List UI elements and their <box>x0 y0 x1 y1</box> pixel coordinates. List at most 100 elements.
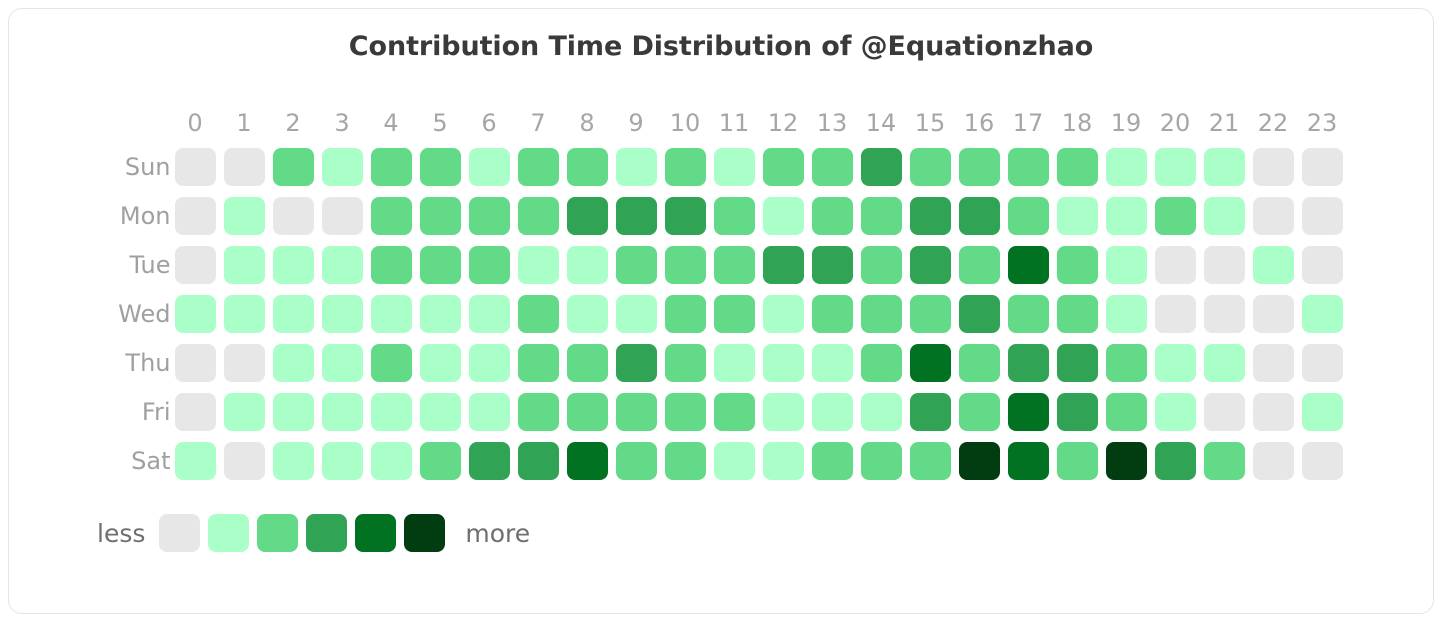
heatmap-cell[interactable] <box>171 338 220 387</box>
heatmap-cell-tue-9[interactable] <box>615 245 657 284</box>
heatmap-cell[interactable] <box>416 289 465 338</box>
heatmap-cell-thu-6[interactable] <box>468 343 510 382</box>
heatmap-cell[interactable] <box>1249 387 1298 436</box>
heatmap-cell-tue-15[interactable] <box>909 245 951 284</box>
heatmap-cell-sun-21[interactable] <box>1203 147 1245 186</box>
heatmap-cell-tue-23[interactable] <box>1301 245 1343 284</box>
heatmap-cell[interactable] <box>1053 436 1102 485</box>
heatmap-cell[interactable] <box>318 191 367 240</box>
heatmap-cell[interactable] <box>1298 387 1347 436</box>
heatmap-cell[interactable] <box>563 436 612 485</box>
heatmap-cell-wed-22[interactable] <box>1252 294 1294 333</box>
heatmap-cell-sun-6[interactable] <box>468 147 510 186</box>
heatmap-cell[interactable] <box>955 338 1004 387</box>
heatmap-cell[interactable] <box>1151 191 1200 240</box>
heatmap-cell-fri-9[interactable] <box>615 392 657 431</box>
heatmap-cell[interactable] <box>710 387 759 436</box>
heatmap-cell[interactable] <box>1249 289 1298 338</box>
heatmap-cell-mon-2[interactable] <box>272 196 314 235</box>
heatmap-cell-sat-19[interactable] <box>1105 441 1147 480</box>
heatmap-cell[interactable] <box>563 142 612 191</box>
heatmap-cell[interactable] <box>612 436 661 485</box>
heatmap-cell[interactable] <box>906 142 955 191</box>
heatmap-cell-sat-18[interactable] <box>1056 441 1098 480</box>
heatmap-cell[interactable] <box>416 240 465 289</box>
heatmap-cell-fri-8[interactable] <box>566 392 608 431</box>
heatmap-cell-wed-13[interactable] <box>811 294 853 333</box>
heatmap-cell-sun-16[interactable] <box>958 147 1000 186</box>
heatmap-cell[interactable] <box>612 338 661 387</box>
heatmap-cell-sun-15[interactable] <box>909 147 951 186</box>
heatmap-cell[interactable] <box>808 240 857 289</box>
heatmap-cell[interactable] <box>661 436 710 485</box>
heatmap-cell-thu-21[interactable] <box>1203 343 1245 382</box>
heatmap-cell-sun-11[interactable] <box>713 147 755 186</box>
heatmap-cell-sat-12[interactable] <box>762 441 804 480</box>
heatmap-cell-wed-19[interactable] <box>1105 294 1147 333</box>
heatmap-cell[interactable] <box>416 436 465 485</box>
heatmap-cell-mon-21[interactable] <box>1203 196 1245 235</box>
heatmap-cell-fri-5[interactable] <box>419 392 461 431</box>
heatmap-cell[interactable] <box>171 142 220 191</box>
heatmap-cell-tue-13[interactable] <box>811 245 853 284</box>
heatmap-cell[interactable] <box>808 191 857 240</box>
heatmap-cell-thu-22[interactable] <box>1252 343 1294 382</box>
heatmap-cell[interactable] <box>857 387 906 436</box>
heatmap-cell-thu-10[interactable] <box>664 343 706 382</box>
heatmap-cell-tue-3[interactable] <box>321 245 363 284</box>
heatmap-cell-fri-19[interactable] <box>1105 392 1147 431</box>
heatmap-cell-sun-20[interactable] <box>1154 147 1196 186</box>
heatmap-cell[interactable] <box>710 436 759 485</box>
heatmap-cell[interactable] <box>1298 240 1347 289</box>
heatmap-cell-thu-20[interactable] <box>1154 343 1196 382</box>
heatmap-cell[interactable] <box>1298 142 1347 191</box>
heatmap-cell-mon-20[interactable] <box>1154 196 1196 235</box>
heatmap-cell[interactable] <box>1200 240 1249 289</box>
heatmap-cell[interactable] <box>563 387 612 436</box>
heatmap-cell-tue-11[interactable] <box>713 245 755 284</box>
heatmap-cell-sun-19[interactable] <box>1105 147 1147 186</box>
heatmap-cell-wed-10[interactable] <box>664 294 706 333</box>
heatmap-cell[interactable] <box>1102 240 1151 289</box>
heatmap-cell[interactable] <box>465 289 514 338</box>
heatmap-cell-sat-13[interactable] <box>811 441 853 480</box>
heatmap-cell-tue-17[interactable] <box>1007 245 1049 284</box>
heatmap-cell-wed-5[interactable] <box>419 294 461 333</box>
heatmap-cell[interactable] <box>1200 191 1249 240</box>
heatmap-cell-wed-6[interactable] <box>468 294 510 333</box>
heatmap-cell-tue-2[interactable] <box>272 245 314 284</box>
heatmap-cell[interactable] <box>171 436 220 485</box>
heatmap-cell[interactable] <box>269 191 318 240</box>
heatmap-cell[interactable] <box>1298 289 1347 338</box>
heatmap-cell-mon-0[interactable] <box>174 196 216 235</box>
heatmap-cell-sat-6[interactable] <box>468 441 510 480</box>
heatmap-cell-sun-23[interactable] <box>1301 147 1343 186</box>
heatmap-cell-tue-10[interactable] <box>664 245 706 284</box>
heatmap-cell[interactable] <box>808 436 857 485</box>
heatmap-cell-sat-4[interactable] <box>370 441 412 480</box>
heatmap-cell-sun-22[interactable] <box>1252 147 1294 186</box>
heatmap-cell[interactable] <box>906 436 955 485</box>
heatmap-cell[interactable] <box>1249 142 1298 191</box>
heatmap-cell[interactable] <box>857 289 906 338</box>
heatmap-cell[interactable] <box>857 142 906 191</box>
heatmap-cell-thu-7[interactable] <box>517 343 559 382</box>
heatmap-cell[interactable] <box>1151 240 1200 289</box>
heatmap-cell[interactable] <box>906 289 955 338</box>
heatmap-cell-fri-0[interactable] <box>174 392 216 431</box>
heatmap-cell-mon-16[interactable] <box>958 196 1000 235</box>
heatmap-cell-thu-5[interactable] <box>419 343 461 382</box>
heatmap-cell[interactable] <box>171 191 220 240</box>
heatmap-cell-tue-0[interactable] <box>174 245 216 284</box>
heatmap-cell-mon-17[interactable] <box>1007 196 1049 235</box>
heatmap-cell[interactable] <box>1102 338 1151 387</box>
heatmap-cell-thu-4[interactable] <box>370 343 412 382</box>
heatmap-cell[interactable] <box>808 142 857 191</box>
heatmap-cell-wed-1[interactable] <box>223 294 265 333</box>
heatmap-cell-sun-8[interactable] <box>566 147 608 186</box>
heatmap-cell[interactable] <box>269 289 318 338</box>
heatmap-cell-wed-21[interactable] <box>1203 294 1245 333</box>
heatmap-cell-thu-3[interactable] <box>321 343 363 382</box>
heatmap-cell-fri-21[interactable] <box>1203 392 1245 431</box>
heatmap-cell-sun-18[interactable] <box>1056 147 1098 186</box>
